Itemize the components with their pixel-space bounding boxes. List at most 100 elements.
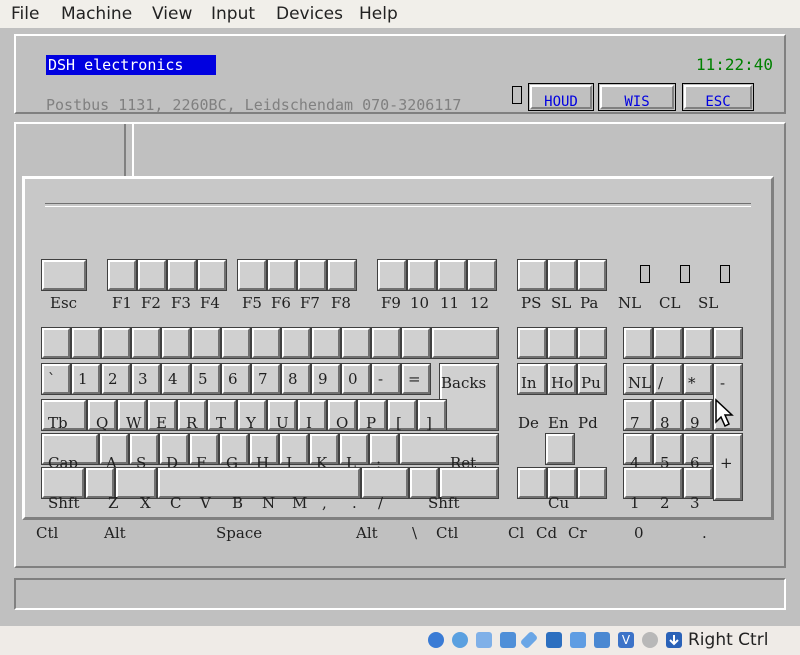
display-icon[interactable] [570, 632, 586, 648]
clock: 11:22:40 [696, 55, 774, 74]
key-fn-4[interactable] [197, 259, 227, 291]
menu-machine[interactable]: Machine [61, 4, 132, 24]
company-name: DSH electronics [46, 55, 216, 75]
key-r1-11[interactable] [371, 327, 401, 359]
keyboard-capture-icon[interactable] [666, 632, 682, 648]
video-capture-icon[interactable] [594, 632, 610, 648]
key-r1-9[interactable] [311, 327, 341, 359]
key-r5-nav-2[interactable] [577, 467, 607, 499]
key-fn-12[interactable] [467, 259, 497, 291]
r2-label-10: 0 [348, 370, 358, 388]
column-divider [124, 124, 134, 184]
key-r1-12[interactable] [401, 327, 431, 359]
hard-disk-icon[interactable] [428, 632, 444, 648]
menu-file[interactable]: File [11, 4, 39, 24]
key-r1-7[interactable] [251, 327, 281, 359]
key-r2-11[interactable] [371, 363, 401, 395]
key-fn-2[interactable] [137, 259, 167, 291]
menu-view[interactable]: View [152, 4, 192, 24]
key-fn-1[interactable] [107, 259, 137, 291]
key-r1-nav-1[interactable] [547, 327, 577, 359]
fn-label-5: F5 [242, 294, 262, 312]
key-r3-8[interactable] [297, 399, 327, 431]
key-r1-3[interactable] [131, 327, 161, 359]
r2-label-9: 9 [318, 370, 328, 388]
key-fn-6[interactable] [267, 259, 297, 291]
key-r4-7[interactable] [279, 433, 309, 465]
key-r1-nav-0[interactable] [517, 327, 547, 359]
virtualization-icon[interactable]: V [618, 632, 634, 648]
key-r1-4[interactable] [161, 327, 191, 359]
bottom-row-label-5: Ctl [436, 524, 459, 542]
usb-icon[interactable] [519, 630, 539, 650]
menu-help[interactable]: Help [359, 4, 398, 24]
key-fn-8[interactable] [327, 259, 357, 291]
header-panel: DSH electronics 11:22:40 Postbus 1131, 2… [14, 34, 786, 114]
key-r3-11[interactable] [387, 399, 417, 431]
fn-label-0: Esc [50, 294, 78, 312]
key-r1-num-3[interactable] [713, 327, 743, 359]
dialog-separator [45, 203, 751, 207]
key-fn-3[interactable] [167, 259, 197, 291]
key-space[interactable] [157, 467, 361, 499]
key-fn-11[interactable] [437, 259, 467, 291]
key-r1-8[interactable] [281, 327, 311, 359]
wis-button[interactable]: WIS [598, 83, 676, 111]
key-fn-5[interactable] [237, 259, 267, 291]
key-fn-7[interactable] [297, 259, 327, 291]
key-fn-10[interactable] [407, 259, 437, 291]
r3-num-label-2: 9 [690, 414, 700, 432]
key-r2-0[interactable] [41, 363, 71, 395]
key-cursor-up[interactable] [545, 433, 575, 465]
optical-drive-icon[interactable] [452, 632, 468, 648]
r2-label-6: 6 [228, 370, 238, 388]
key-r1-nav-2[interactable] [577, 327, 607, 359]
r5-label-6: N [262, 494, 276, 512]
r5-label-1: Z [108, 494, 119, 512]
key-r5-alt[interactable] [361, 467, 409, 499]
num-plus-label: + [720, 454, 733, 472]
key-r1-6[interactable] [221, 327, 251, 359]
key-r3-12[interactable] [417, 399, 447, 431]
key-fn-15[interactable] [577, 259, 607, 291]
r3-nav-label-0: De [518, 414, 539, 432]
key-r1-num-0[interactable] [623, 327, 653, 359]
key-r1-2[interactable] [101, 327, 131, 359]
fn-label-11: 11 [440, 294, 460, 312]
r5-label-8: , [322, 494, 327, 512]
key-fn-13[interactable] [517, 259, 547, 291]
key-fn-14[interactable] [547, 259, 577, 291]
fn-label-15: Pa [580, 294, 599, 312]
audio-icon[interactable] [476, 632, 492, 648]
r3-label-3: E [156, 414, 167, 432]
key-return[interactable] [399, 433, 499, 465]
r5-label-9: . [352, 494, 357, 512]
menu-input[interactable]: Input [211, 4, 255, 24]
key-r4-10[interactable] [369, 433, 399, 465]
network-icon[interactable] [500, 632, 516, 648]
mouse-pointer-icon [715, 398, 734, 428]
esc-button[interactable]: ESC [682, 83, 754, 111]
key-r1-backspace[interactable] [431, 327, 499, 359]
bottom-row-label-1: Alt [104, 524, 126, 542]
key-r1-1[interactable] [71, 327, 101, 359]
mouse-integration-icon[interactable] [642, 632, 658, 648]
lock-label-1: CL [659, 294, 681, 312]
key-r1-num-1[interactable] [653, 327, 683, 359]
key-r5-nav-0[interactable] [517, 467, 547, 499]
shared-folder-icon[interactable] [546, 632, 562, 648]
key-r1-10[interactable] [341, 327, 371, 359]
menu-devices[interactable]: Devices [276, 4, 343, 24]
key-fn-9[interactable] [377, 259, 407, 291]
key-r1-num-2[interactable] [683, 327, 713, 359]
key-fn-0[interactable] [41, 259, 87, 291]
houd-button[interactable]: HOUD [528, 83, 594, 111]
r2-num-label-2: * [688, 374, 696, 392]
key-r1-5[interactable] [191, 327, 221, 359]
r2-label-1: 1 [78, 370, 88, 388]
key-r1-0[interactable] [41, 327, 71, 359]
fn-label-13: PS [521, 294, 542, 312]
fn-label-12: 12 [470, 294, 490, 312]
r3-label-8: I [306, 414, 312, 432]
r2-label-7: 7 [258, 370, 268, 388]
